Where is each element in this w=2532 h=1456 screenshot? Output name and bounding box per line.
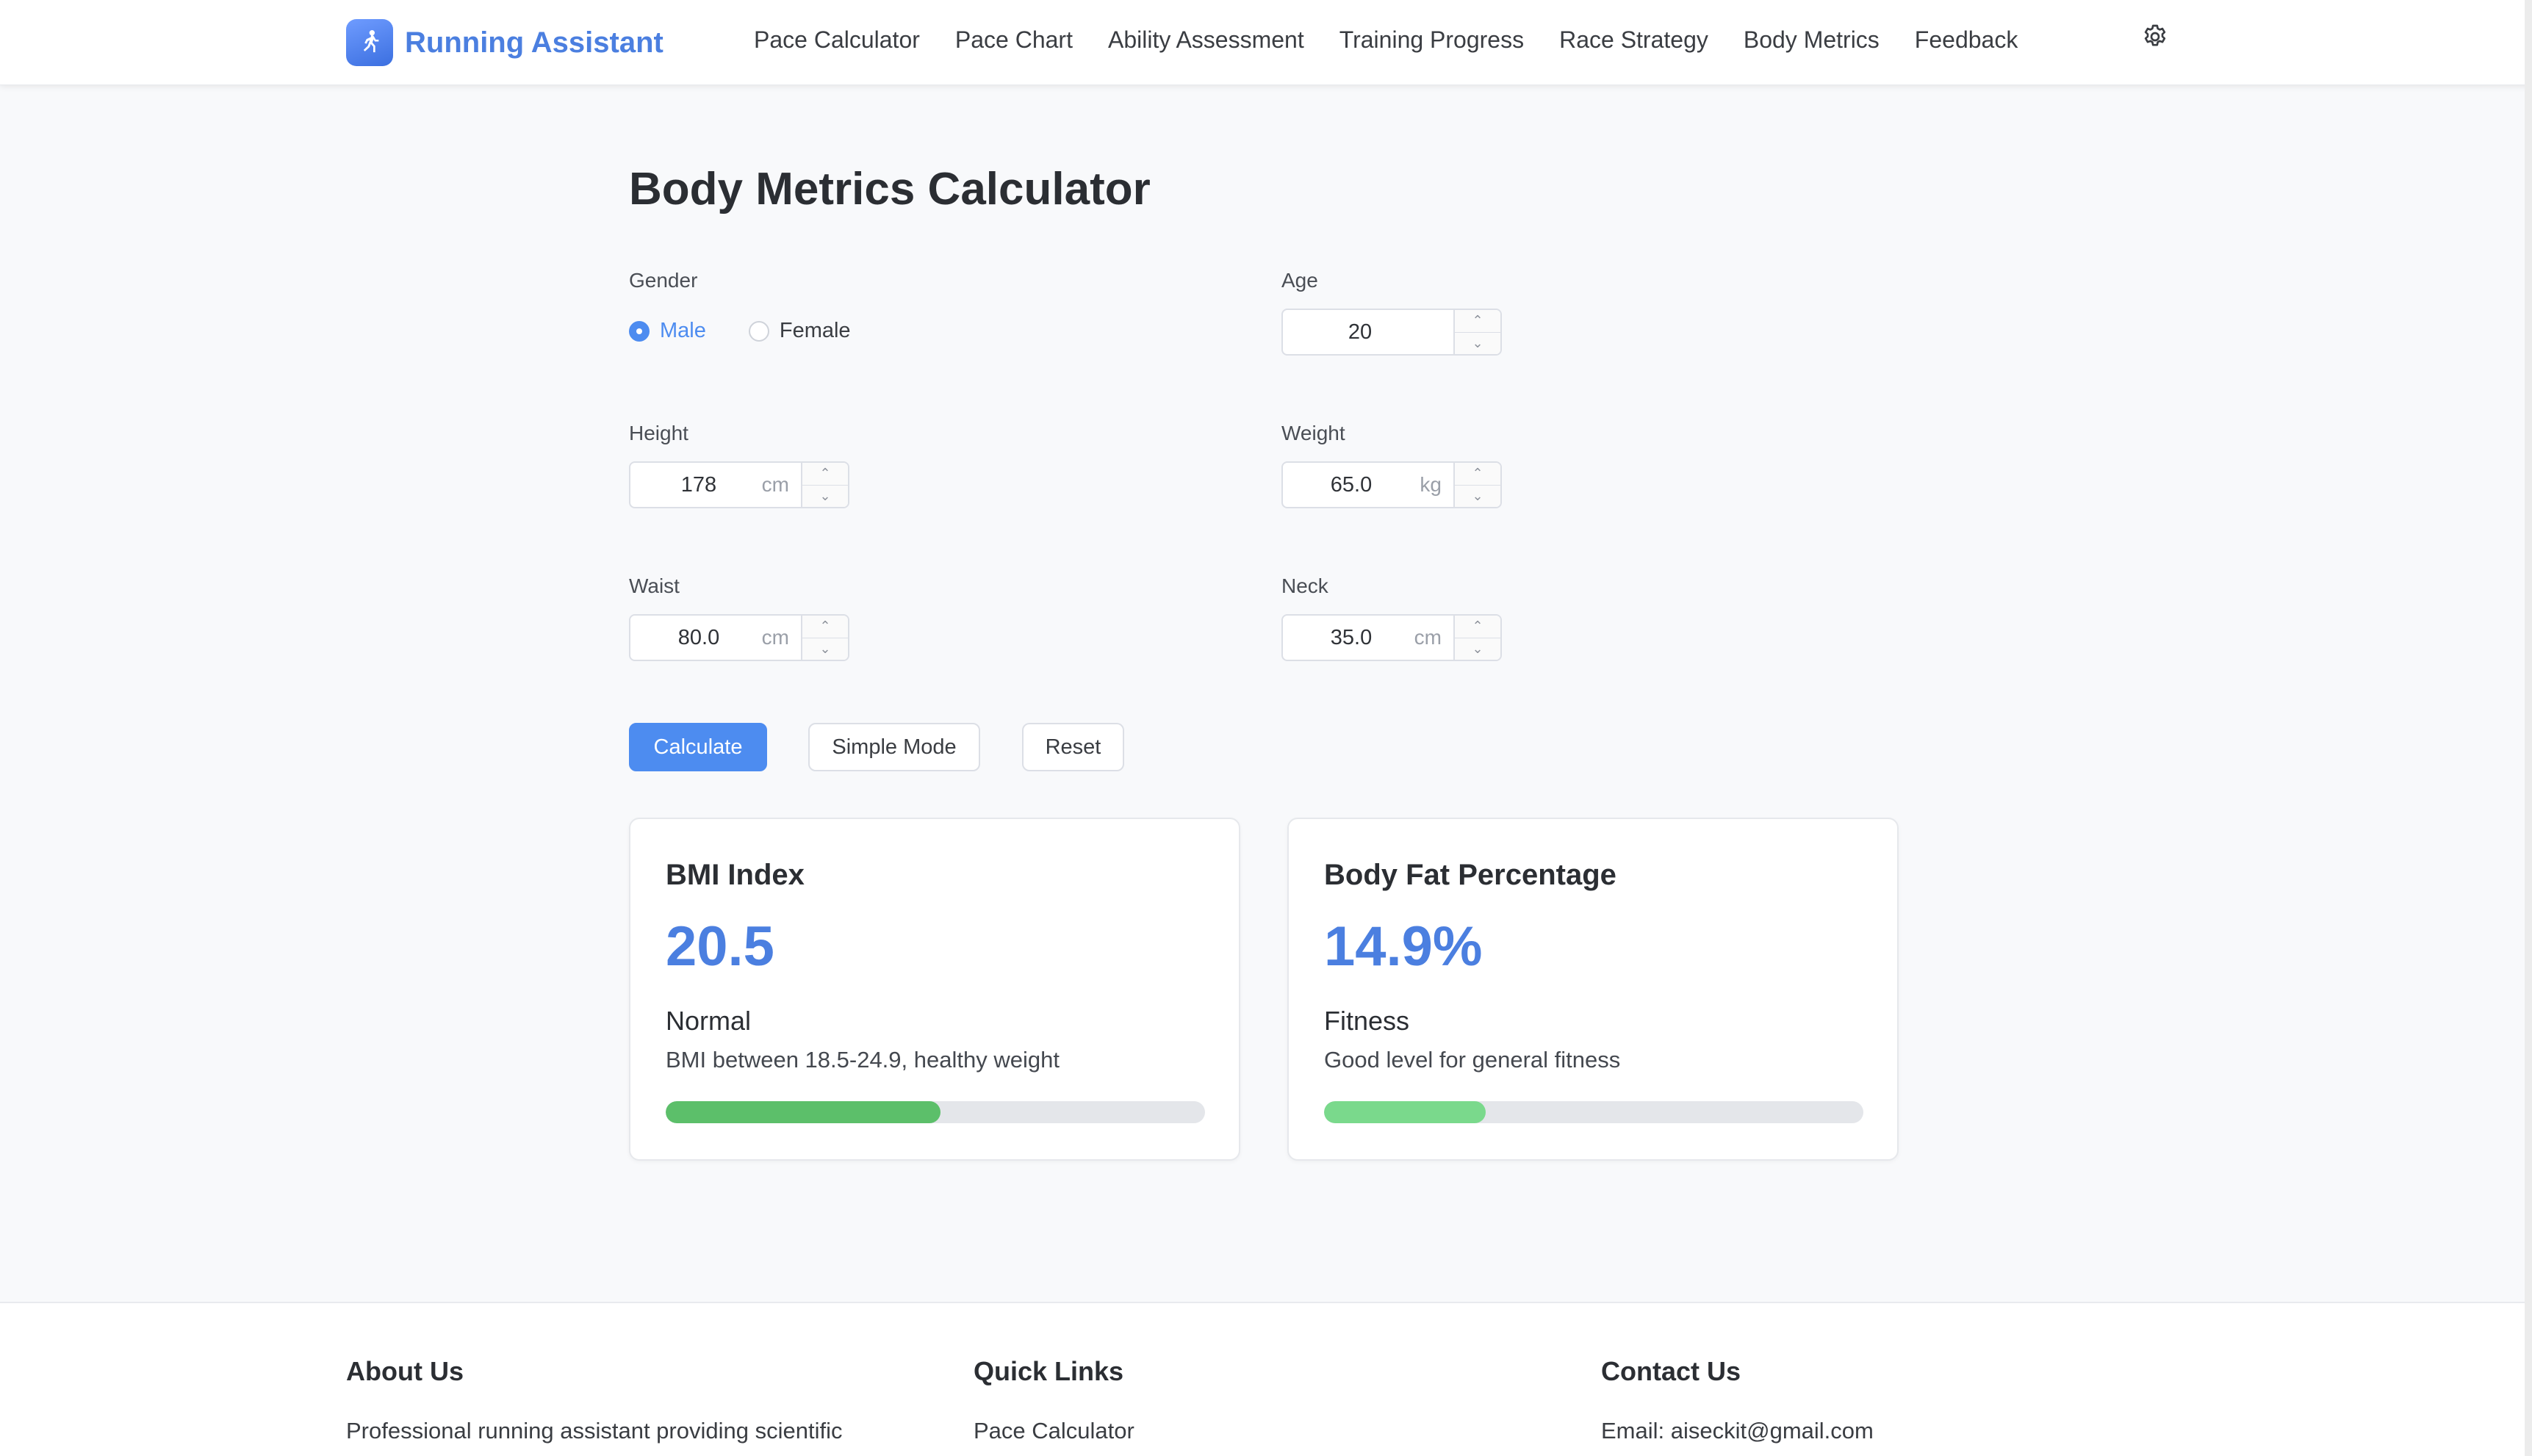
bmi-progress-fill (666, 1101, 941, 1123)
footer-about-title: About Us (346, 1356, 464, 1386)
waist-value[interactable]: 80.0 (622, 626, 776, 650)
bmi-title: BMI Index (666, 859, 805, 891)
chevron-down-icon[interactable]: ⌄ (1455, 638, 1500, 660)
nav-item-pace-chart[interactable]: Pace Chart (955, 26, 1073, 54)
gender-label: Gender (629, 269, 698, 292)
nav-item-ability-assessment[interactable]: Ability Assessment (1108, 26, 1304, 54)
gender-option-label: Female (779, 319, 851, 342)
neck-stepper: ⌃ ⌄ (1453, 616, 1500, 660)
footer-contact-title: Contact Us (1601, 1356, 1741, 1386)
chevron-up-icon[interactable]: ⌃ (1455, 310, 1500, 333)
chevron-down-icon[interactable]: ⌄ (1455, 486, 1500, 508)
age-input[interactable]: 20 ⌃ ⌄ (1281, 309, 1502, 356)
body-fat-progress-fill (1324, 1101, 1486, 1123)
calculate-button[interactable]: Calculate (629, 723, 767, 771)
waist-stepper: ⌃ ⌄ (801, 616, 848, 660)
weight-label: Weight (1281, 422, 1345, 444)
weight-stepper: ⌃ ⌄ (1453, 463, 1500, 507)
waist-unit: cm (761, 626, 789, 649)
body-fat-progress-bar (1324, 1101, 1863, 1123)
footer-quick-links-title: Quick Links (974, 1356, 1124, 1386)
body-fat-status: Fitness (1324, 1006, 1410, 1036)
footer-about-text: Professional running assistant providing… (346, 1418, 843, 1444)
bmi-progress-bar (666, 1101, 1205, 1123)
body-fat-title: Body Fat Percentage (1324, 859, 1616, 891)
chevron-down-icon[interactable]: ⌄ (1455, 333, 1500, 355)
height-label: Height (629, 422, 688, 444)
height-unit: cm (761, 473, 789, 496)
height-stepper: ⌃ ⌄ (801, 463, 848, 507)
nav-item-race-strategy[interactable]: Race Strategy (1559, 26, 1708, 54)
nav-item-body-metrics[interactable]: Body Metrics (1744, 26, 1880, 54)
chevron-down-icon[interactable]: ⌄ (802, 486, 848, 508)
height-input[interactable]: 178 cm ⌃ ⌄ (629, 461, 849, 508)
chevron-down-icon[interactable]: ⌄ (802, 638, 848, 660)
brand[interactable]: Running Assistant (346, 19, 663, 66)
waist-input[interactable]: 80.0 cm ⌃ ⌄ (629, 614, 849, 661)
page-title: Body Metrics Calculator (629, 164, 1151, 215)
radio-unselected-icon[interactable] (748, 320, 769, 342)
radio-selected-icon[interactable] (629, 320, 650, 342)
app-title: Running Assistant (405, 26, 663, 59)
age-stepper: ⌃ ⌄ (1453, 310, 1500, 354)
gender-option-male[interactable]: Male (629, 319, 706, 343)
age-label: Age (1281, 269, 1318, 292)
body-fat-value: 14.9% (1324, 915, 1483, 978)
scrollbar[interactable] (2525, 0, 2532, 1456)
footer-quick-links: Quick Links Pace Calculator (974, 1356, 1134, 1444)
weight-unit: kg (1420, 473, 1442, 496)
body-fat-card: Body Fat Percentage 14.9% Fitness Good l… (1287, 818, 1899, 1161)
bmi-description: BMI between 18.5-24.9, healthy weight (666, 1047, 1060, 1073)
gender-option-female[interactable]: Female (748, 319, 851, 343)
nav-item-pace-calculator[interactable]: Pace Calculator (754, 26, 920, 54)
footer-link-pace-calculator[interactable]: Pace Calculator (974, 1418, 1134, 1444)
weight-value[interactable]: 65.0 (1274, 473, 1428, 497)
nav-item-training-progress[interactable]: Training Progress (1339, 26, 1524, 54)
gender-radio-group: Male Female (629, 319, 893, 343)
chevron-up-icon[interactable]: ⌃ (1455, 463, 1500, 486)
footer-contact-email[interactable]: Email: aiseckit@gmail.com (1601, 1418, 1874, 1444)
height-value[interactable]: 178 (622, 473, 776, 497)
nav-item-feedback[interactable]: Feedback (1915, 26, 2018, 54)
chevron-up-icon[interactable]: ⌃ (1455, 616, 1500, 638)
bmi-status: Normal (666, 1006, 752, 1036)
chevron-up-icon[interactable]: ⌃ (802, 463, 848, 486)
footer-about: About Us Professional running assistant … (346, 1356, 842, 1444)
age-value[interactable]: 20 (1283, 320, 1437, 345)
gender-option-label: Male (660, 319, 706, 342)
top-navbar: Running Assistant Pace Calculator Pace C… (0, 0, 2532, 85)
neck-unit: cm (1414, 626, 1442, 649)
neck-input[interactable]: 35.0 cm ⌃ ⌄ (1281, 614, 1502, 661)
body-fat-description: Good level for general fitness (1324, 1047, 1621, 1073)
neck-label: Neck (1281, 574, 1328, 597)
bmi-value: 20.5 (666, 915, 774, 978)
gear-icon[interactable] (2140, 22, 2170, 51)
reset-button[interactable]: Reset (1022, 723, 1124, 771)
runner-icon (346, 19, 393, 66)
simple-mode-button[interactable]: Simple Mode (808, 723, 980, 771)
chevron-up-icon[interactable]: ⌃ (802, 616, 848, 638)
footer-contact: Contact Us Email: aiseckit@gmail.com (1601, 1356, 1874, 1444)
footer: About Us Professional running assistant … (0, 1302, 2525, 1456)
neck-value[interactable]: 35.0 (1274, 626, 1428, 650)
bmi-card: BMI Index 20.5 Normal BMI between 18.5-2… (629, 818, 1240, 1161)
weight-input[interactable]: 65.0 kg ⌃ ⌄ (1281, 461, 1502, 508)
main-nav: Pace Calculator Pace Chart Ability Asses… (754, 26, 2053, 54)
waist-label: Waist (629, 574, 680, 597)
